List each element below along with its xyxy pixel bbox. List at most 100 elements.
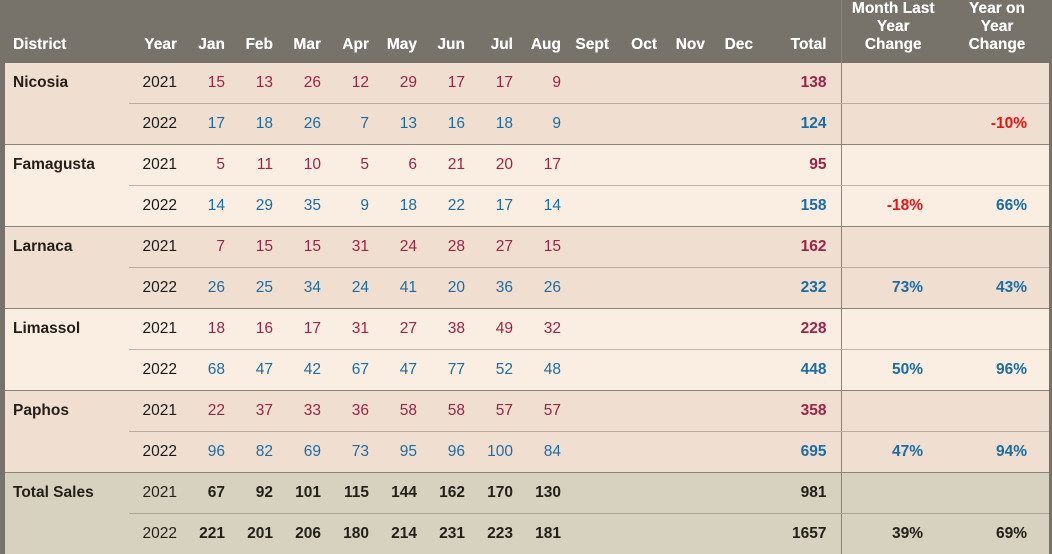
cell-jan: 68 bbox=[183, 350, 231, 391]
column-header-jun[interactable]: Jun bbox=[423, 0, 471, 63]
table-row[interactable]: Larnaca2021715153124282715162 bbox=[5, 227, 1049, 268]
cell-may: 29 bbox=[375, 63, 423, 104]
cell-district: Nicosia bbox=[5, 63, 129, 104]
cell-feb: 92 bbox=[231, 473, 279, 514]
cell-jul: 57 bbox=[471, 391, 519, 432]
table-row[interactable]: Nicosia2021151326122917179138 bbox=[5, 63, 1049, 104]
column-header-mar[interactable]: Mar bbox=[279, 0, 327, 63]
column-header-feb[interactable]: Feb bbox=[231, 0, 279, 63]
column-header-jan[interactable]: Jan bbox=[183, 0, 231, 63]
cell-sept bbox=[567, 145, 615, 186]
column-header-month-last-year-change[interactable]: Month Last Year Change bbox=[841, 0, 945, 63]
cell-year-on-year-change bbox=[945, 473, 1049, 514]
cell-feb: 18 bbox=[231, 104, 279, 145]
cell-oct bbox=[615, 350, 663, 391]
cell-sept bbox=[567, 514, 615, 554]
cell-total: 1657 bbox=[759, 514, 841, 554]
table-row[interactable]: Limassol20211816173127384932228 bbox=[5, 309, 1049, 350]
table-row[interactable]: Total Sales20216792101115144162170130981 bbox=[5, 473, 1049, 514]
column-header-year-on-year-change[interactable]: Year on Year Change bbox=[945, 0, 1049, 63]
cell-jan: 14 bbox=[183, 186, 231, 227]
cell-mar: 206 bbox=[279, 514, 327, 554]
column-header-may[interactable]: May bbox=[375, 0, 423, 63]
cell-feb: 37 bbox=[231, 391, 279, 432]
table-row[interactable]: 2022221201206180214231223181165739%69% bbox=[5, 514, 1049, 554]
cell-mar: 26 bbox=[279, 63, 327, 104]
cell-dec bbox=[711, 268, 759, 309]
cell-year: 2022 bbox=[129, 104, 183, 145]
district-sales-table: District Year Jan Feb Mar Apr May Jun Ju… bbox=[5, 0, 1049, 554]
cell-total: 228 bbox=[759, 309, 841, 350]
cell-feb: 82 bbox=[231, 432, 279, 473]
table-row[interactable]: 2022142935918221714158-18%66% bbox=[5, 186, 1049, 227]
cell-district: Famagusta bbox=[5, 145, 129, 186]
cell-may: 47 bbox=[375, 350, 423, 391]
cell-nov bbox=[663, 145, 711, 186]
column-header-apr[interactable]: Apr bbox=[327, 0, 375, 63]
cell-jun: 162 bbox=[423, 473, 471, 514]
cell-sept bbox=[567, 268, 615, 309]
column-header-jul[interactable]: Jul bbox=[471, 0, 519, 63]
cell-total: 358 bbox=[759, 391, 841, 432]
cell-nov bbox=[663, 227, 711, 268]
cell-apr: 180 bbox=[327, 514, 375, 554]
cell-apr: 36 bbox=[327, 391, 375, 432]
column-header-aug[interactable]: Aug bbox=[519, 0, 567, 63]
cell-jul: 27 bbox=[471, 227, 519, 268]
cell-apr: 24 bbox=[327, 268, 375, 309]
table-row[interactable]: 20229682697395961008469547%94% bbox=[5, 432, 1049, 473]
cell-year-on-year-change: -10% bbox=[945, 104, 1049, 145]
cell-aug: 26 bbox=[519, 268, 567, 309]
cell-year-on-year-change: 69% bbox=[945, 514, 1049, 554]
cell-may: 95 bbox=[375, 432, 423, 473]
sales-table-frame: District Year Jan Feb Mar Apr May Jun Ju… bbox=[0, 0, 1052, 516]
column-header-year[interactable]: Year bbox=[129, 0, 183, 63]
cell-total: 95 bbox=[759, 145, 841, 186]
cell-mar: 26 bbox=[279, 104, 327, 145]
table-header: District Year Jan Feb Mar Apr May Jun Ju… bbox=[5, 0, 1049, 63]
cell-aug: 130 bbox=[519, 473, 567, 514]
cell-jun: 17 bbox=[423, 63, 471, 104]
cell-mar: 69 bbox=[279, 432, 327, 473]
cell-oct bbox=[615, 227, 663, 268]
cell-dec bbox=[711, 473, 759, 514]
cell-nov bbox=[663, 268, 711, 309]
cell-aug: 9 bbox=[519, 63, 567, 104]
cell-oct bbox=[615, 309, 663, 350]
column-header-nov[interactable]: Nov bbox=[663, 0, 711, 63]
column-header-district[interactable]: District bbox=[5, 0, 129, 63]
cell-jun: 231 bbox=[423, 514, 471, 554]
cell-dec bbox=[711, 63, 759, 104]
cell-apr: 67 bbox=[327, 350, 375, 391]
column-header-total[interactable]: Total bbox=[759, 0, 841, 63]
table-row[interactable]: Famagusta2021511105621201795 bbox=[5, 145, 1049, 186]
cell-year-on-year-change bbox=[945, 227, 1049, 268]
cell-aug: 57 bbox=[519, 391, 567, 432]
cell-apr: 12 bbox=[327, 63, 375, 104]
cell-jun: 28 bbox=[423, 227, 471, 268]
cell-jul: 100 bbox=[471, 432, 519, 473]
cell-month-last-year-change bbox=[841, 473, 945, 514]
cell-feb: 16 bbox=[231, 309, 279, 350]
cell-sept bbox=[567, 350, 615, 391]
cell-mar: 33 bbox=[279, 391, 327, 432]
table-row[interactable]: 202217182671316189124-10% bbox=[5, 104, 1049, 145]
cell-sept bbox=[567, 391, 615, 432]
table-row[interactable]: Paphos20212237333658585757358 bbox=[5, 391, 1049, 432]
cell-may: 13 bbox=[375, 104, 423, 145]
cell-feb: 15 bbox=[231, 227, 279, 268]
column-header-sept[interactable]: Sept bbox=[567, 0, 615, 63]
cell-dec bbox=[711, 432, 759, 473]
column-header-oct[interactable]: Oct bbox=[615, 0, 663, 63]
cell-apr: 115 bbox=[327, 473, 375, 514]
cell-district bbox=[5, 350, 129, 391]
table-row[interactable]: 2022684742674777524844850%96% bbox=[5, 350, 1049, 391]
cell-aug: 84 bbox=[519, 432, 567, 473]
cell-feb: 11 bbox=[231, 145, 279, 186]
cell-mar: 10 bbox=[279, 145, 327, 186]
cell-year-on-year-change bbox=[945, 145, 1049, 186]
table-row[interactable]: 2022262534244120362623273%43% bbox=[5, 268, 1049, 309]
column-header-dec[interactable]: Dec bbox=[711, 0, 759, 63]
cell-aug: 32 bbox=[519, 309, 567, 350]
cell-year: 2021 bbox=[129, 473, 183, 514]
